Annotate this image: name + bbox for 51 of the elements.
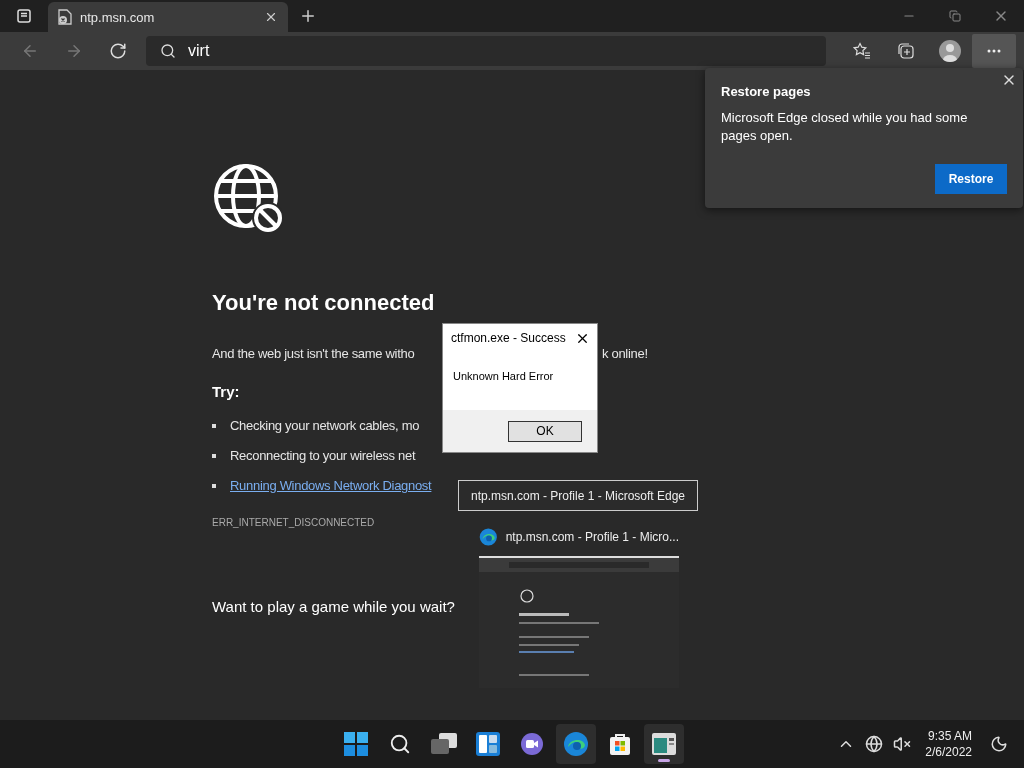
tab-title: ntp.msn.com bbox=[80, 9, 156, 25]
widgets-icon bbox=[476, 732, 500, 756]
app-window-icon bbox=[652, 733, 676, 755]
taskbar-app-button[interactable] bbox=[556, 724, 596, 764]
collections-icon bbox=[897, 42, 915, 60]
more-icon bbox=[987, 49, 1001, 53]
store-bag-icon bbox=[608, 732, 632, 756]
browser-tab[interactable]: ntp.msn.com bbox=[48, 2, 288, 32]
clock-time[interactable]: 9:35 AM bbox=[927, 728, 972, 744]
window-preview[interactable]: ntp.msn.com - Profile 1 - Micro... bbox=[470, 524, 688, 700]
page-error-icon bbox=[58, 9, 72, 25]
try-label: Try: bbox=[212, 383, 241, 400]
ok-button[interactable]: OK bbox=[508, 420, 582, 442]
plus-icon bbox=[299, 7, 317, 25]
window-tooltip: ntp.msn.com - Profile 1 - Microsoft Edge bbox=[458, 480, 698, 511]
popup-title: Restore pages bbox=[721, 84, 812, 99]
bullet-icon bbox=[212, 483, 216, 488]
restore-button[interactable]: Restore bbox=[935, 164, 1007, 194]
error-code: ERR_INTERNET_DISCONNECTED bbox=[212, 517, 376, 528]
error-message: And the web just isn't the same witho bbox=[212, 346, 415, 361]
restore-icon bbox=[949, 10, 961, 22]
windows-logo-icon bbox=[344, 732, 368, 756]
bullet-icon bbox=[212, 453, 216, 458]
suggestion-text: Checking your network cables, mo bbox=[230, 418, 420, 433]
speaker-muted-icon bbox=[893, 735, 912, 753]
moon-icon bbox=[990, 735, 1008, 753]
star-list-icon bbox=[853, 42, 871, 60]
forward-arrow-icon bbox=[65, 42, 83, 60]
dialog-title: ctfmon.exe - Success bbox=[451, 331, 567, 345]
taskbar-app-button[interactable] bbox=[644, 724, 684, 764]
preview-title: ntp.msn.com - Profile 1 - Micro... bbox=[505, 530, 679, 544]
game-prompt: Want to play a game while you wait? bbox=[212, 598, 456, 615]
tab-actions-icon[interactable] bbox=[17, 9, 31, 23]
search-icon bbox=[389, 733, 411, 755]
popup-message: Microsoft Edge closed while you had some pages open. bbox=[721, 109, 969, 145]
bullet-icon bbox=[212, 423, 216, 428]
video-chat-icon bbox=[520, 732, 544, 756]
error-message: k online! bbox=[602, 346, 648, 361]
task-view-icon bbox=[431, 733, 457, 755]
edge-browser-icon bbox=[563, 731, 589, 757]
error-heading: You're not connected bbox=[212, 290, 436, 316]
search-icon bbox=[160, 43, 176, 59]
suggestion-text: Reconnecting to your wireless net bbox=[230, 448, 416, 463]
dialog-message: Unknown Hard Error bbox=[453, 370, 554, 382]
diagnostics-link[interactable]: Running Windows Network Diagnost bbox=[230, 478, 432, 493]
close-tab-icon[interactable] bbox=[264, 10, 278, 24]
avatar-icon bbox=[939, 40, 961, 62]
address-field[interactable]: virt bbox=[146, 36, 826, 66]
clock-date[interactable]: 2/6/2022 bbox=[925, 744, 972, 760]
globe-icon bbox=[865, 735, 884, 753]
refresh-icon bbox=[109, 42, 127, 60]
